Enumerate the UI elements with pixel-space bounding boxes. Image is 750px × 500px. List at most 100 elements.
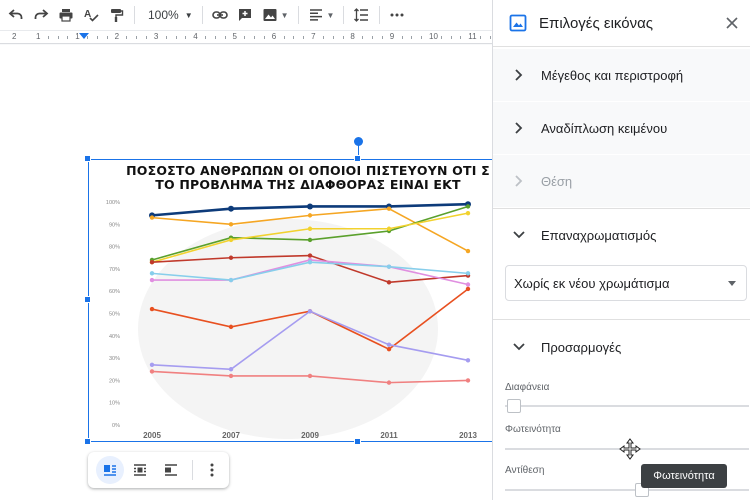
y-tick-label: 10% <box>109 401 120 407</box>
y-tick-label: 0% <box>112 423 120 429</box>
ruler-tick <box>440 36 442 39</box>
add-comment-icon[interactable] <box>233 3 257 27</box>
spellcheck-icon[interactable]: A <box>79 3 103 27</box>
chevron-down-icon[interactable]: ▼ <box>327 11 335 20</box>
ruler-tick <box>126 36 128 39</box>
data-point <box>465 358 471 363</box>
chart-image[interactable]: ΠΟΣΟΣΤΟ ΑΝΘΡΩΠΩΝ ΟΙ ΟΠΟΙΟΙ ΠΙΣΤΕΥΟΥΝ ΟΤΙ… <box>88 159 492 442</box>
resize-handle-bottom-middle[interactable] <box>354 438 361 445</box>
resize-handle-bottom-left[interactable] <box>84 438 91 445</box>
data-point <box>386 264 392 269</box>
paint-format-icon[interactable] <box>104 3 128 27</box>
image-icon <box>509 14 527 32</box>
data-point <box>386 280 392 285</box>
y-tick-label: 30% <box>109 356 120 362</box>
align-icon[interactable] <box>304 3 328 27</box>
section-label: Προσαρμογές <box>541 339 622 355</box>
section-position: Θέση <box>493 155 750 207</box>
data-point <box>228 255 234 260</box>
toolbar-divider <box>297 6 299 24</box>
data-point <box>465 378 471 383</box>
wrap-inline-icon[interactable] <box>96 456 124 484</box>
ruler-number: 10 <box>429 32 438 41</box>
wrap-text-icon[interactable] <box>127 456 155 484</box>
ruler-tick <box>254 36 256 39</box>
indent-marker[interactable] <box>79 33 89 39</box>
transparency-label: Διαφάνεια <box>505 382 550 393</box>
data-point <box>307 373 313 379</box>
resize-handle-middle-left[interactable] <box>84 296 91 303</box>
section-text-wrapping[interactable]: Αναδίπλωση κειμένου <box>493 102 750 154</box>
ruler-tick <box>244 36 246 39</box>
contrast-slider[interactable] <box>505 489 749 491</box>
break-text-icon[interactable] <box>157 456 185 484</box>
section-adjustments[interactable]: Προσαρμογές <box>493 321 750 373</box>
data-point <box>307 213 313 218</box>
ruler-tick <box>322 36 324 39</box>
data-point <box>386 342 392 347</box>
x-tick-label: 2005 <box>143 431 161 440</box>
resize-handle-top-middle[interactable] <box>354 155 361 162</box>
data-point <box>149 260 155 265</box>
ruler-number: 5 <box>232 32 237 41</box>
y-tick-label: 70% <box>109 267 120 273</box>
ruler-tick <box>175 36 177 39</box>
ruler-tick <box>224 36 226 39</box>
line-spacing-icon[interactable] <box>349 3 373 27</box>
data-point <box>228 373 234 379</box>
section-recolor[interactable]: Επαναχρωματισμός <box>493 209 750 261</box>
close-icon[interactable] <box>721 12 743 34</box>
data-point <box>307 226 313 231</box>
ruler-number: 8 <box>350 32 355 41</box>
ruler-tick <box>480 36 482 39</box>
transparency-slider-thumb[interactable] <box>507 399 521 413</box>
y-tick-label: 50% <box>109 312 120 318</box>
ruler-tick <box>146 36 148 39</box>
data-point <box>386 206 392 211</box>
insert-image-icon[interactable] <box>258 3 282 27</box>
more-vert-icon[interactable] <box>198 456 226 484</box>
section-label: Αναδίπλωση κειμένου <box>541 120 668 136</box>
panel-divider <box>493 319 750 320</box>
main-toolbar: A 100% ▼ ▼ ▼ <box>0 0 492 30</box>
chevron-right-icon <box>509 175 529 187</box>
recolor-value: Χωρίς εκ νέου χρωμάτισμα <box>514 275 670 291</box>
horizontal-ruler[interactable]: 2 1 1 2 3 4 5 6 7 8 9 10 11 <box>0 30 492 44</box>
zoom-select[interactable]: 100% ▼ <box>140 3 197 27</box>
image-options-panel: Επιλογές εικόνας Μέγεθος και περιστροφή … <box>492 0 750 500</box>
ruler-number: 2 <box>114 32 120 41</box>
transparency-slider[interactable] <box>505 405 749 407</box>
data-point <box>465 282 471 287</box>
link-icon[interactable] <box>208 3 232 27</box>
y-tick-label: 20% <box>109 378 120 384</box>
resize-handle-top-left[interactable] <box>84 155 91 162</box>
data-point <box>228 324 234 330</box>
section-label: Μέγεθος και περιστροφή <box>541 67 684 83</box>
section-label: Θέση <box>541 173 573 189</box>
ruler-tick <box>450 36 452 39</box>
ruler-tick <box>57 36 59 39</box>
more-icon[interactable] <box>385 3 409 27</box>
data-point <box>465 271 471 276</box>
data-point <box>307 260 313 265</box>
undo-icon[interactable] <box>4 3 28 27</box>
ruler-tick <box>106 36 108 39</box>
data-point <box>386 346 392 352</box>
recolor-select[interactable]: Χωρίς εκ νέου χρωμάτισμα <box>505 265 747 301</box>
ruler-tick <box>381 36 383 39</box>
x-tick-label: 2013 <box>459 431 477 440</box>
chevron-down-icon[interactable]: ▼ <box>281 11 289 20</box>
ruler-tick <box>205 36 207 39</box>
chevron-down-icon: ▼ <box>184 10 193 20</box>
selection-border-bottom <box>88 441 492 442</box>
redo-icon[interactable] <box>29 3 53 27</box>
panel-header: Επιλογές εικόνας <box>493 0 750 46</box>
ruler-tick <box>401 36 403 39</box>
data-point <box>149 369 155 374</box>
selected-image[interactable]: ΠΟΣΟΣΤΟ ΑΝΘΡΩΠΩΝ ΟΙ ΟΠΟΙΟΙ ΠΙΣΤΕΥΟΥΝ ΟΤΙ… <box>88 159 492 442</box>
data-point <box>228 222 234 227</box>
rotate-handle[interactable] <box>354 137 363 146</box>
print-icon[interactable] <box>54 3 78 27</box>
data-point <box>228 205 234 212</box>
section-size-rotation[interactable]: Μέγεθος και περιστροφή <box>493 49 750 101</box>
